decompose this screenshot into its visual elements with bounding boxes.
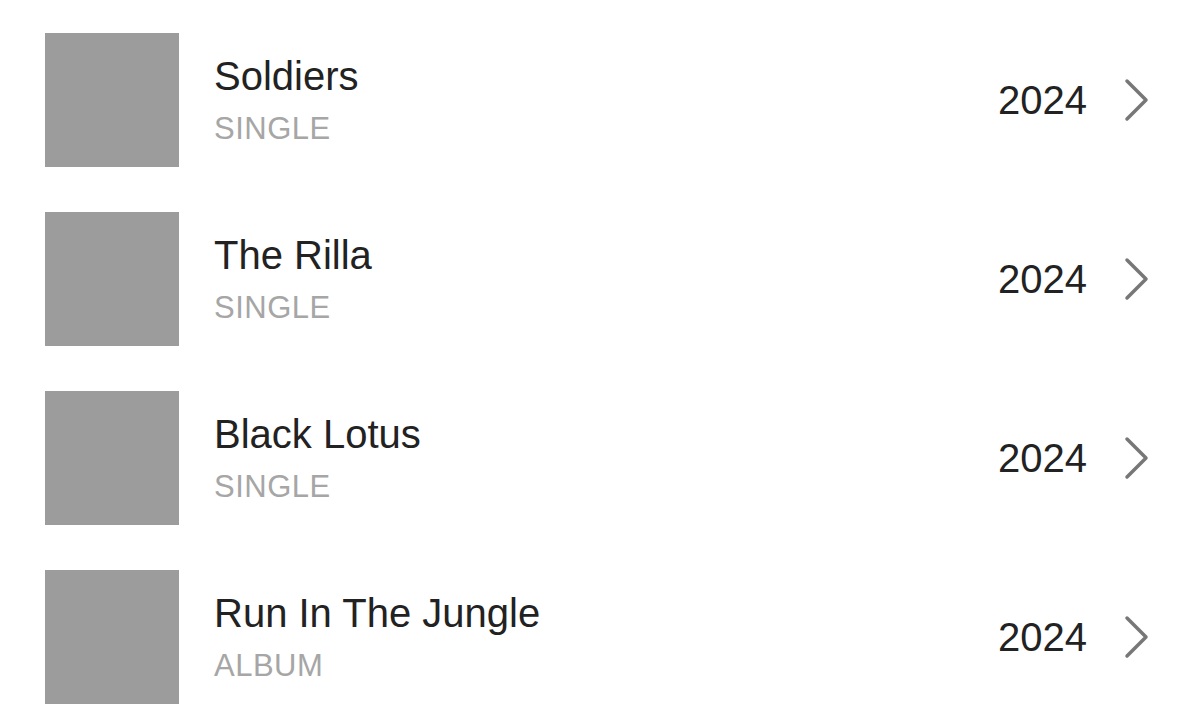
release-row[interactable]: Soldiers SINGLE2024 <box>45 33 1200 167</box>
release-title: Soldiers <box>214 53 998 99</box>
release-title: Black Lotus <box>214 411 998 457</box>
release-row[interactable]: Run In The Jungle ALBUM2024 <box>45 570 1200 704</box>
release-info: Black Lotus SINGLE <box>179 411 998 505</box>
releases-page: SoldiersSINGLE2024The RillaSINGLE2024Bla… <box>0 0 1200 726</box>
release-type: SINGLE <box>214 290 998 326</box>
chevron-right-icon <box>1123 77 1151 123</box>
release-info: Run In The Jungle ALBUM <box>179 590 998 684</box>
release-type: ALBUM <box>214 648 998 684</box>
release-year: 2024 <box>998 614 1123 660</box>
release-title: The Rilla <box>214 232 998 278</box>
release-type: SINGLE <box>214 111 998 147</box>
chevron-right-icon <box>1123 435 1151 481</box>
release-info: The Rilla SINGLE <box>179 232 998 326</box>
cover-art <box>45 391 179 525</box>
chevron-right-icon <box>1123 614 1151 660</box>
cover-art <box>45 570 179 704</box>
release-year: 2024 <box>998 77 1123 123</box>
release-info: Soldiers SINGLE <box>179 53 998 147</box>
release-title: Run In The Jungle <box>214 590 998 636</box>
release-list: SoldiersSINGLE2024The RillaSINGLE2024Bla… <box>45 33 1200 704</box>
cover-art <box>45 33 179 167</box>
chevron-right-icon <box>1123 256 1151 302</box>
release-type: SINGLE <box>214 469 998 505</box>
release-year: 2024 <box>998 256 1123 302</box>
release-row[interactable]: The Rilla SINGLE2024 <box>45 212 1200 346</box>
cover-art <box>45 212 179 346</box>
release-year: 2024 <box>998 435 1123 481</box>
release-row[interactable]: Black Lotus SINGLE2024 <box>45 391 1200 525</box>
